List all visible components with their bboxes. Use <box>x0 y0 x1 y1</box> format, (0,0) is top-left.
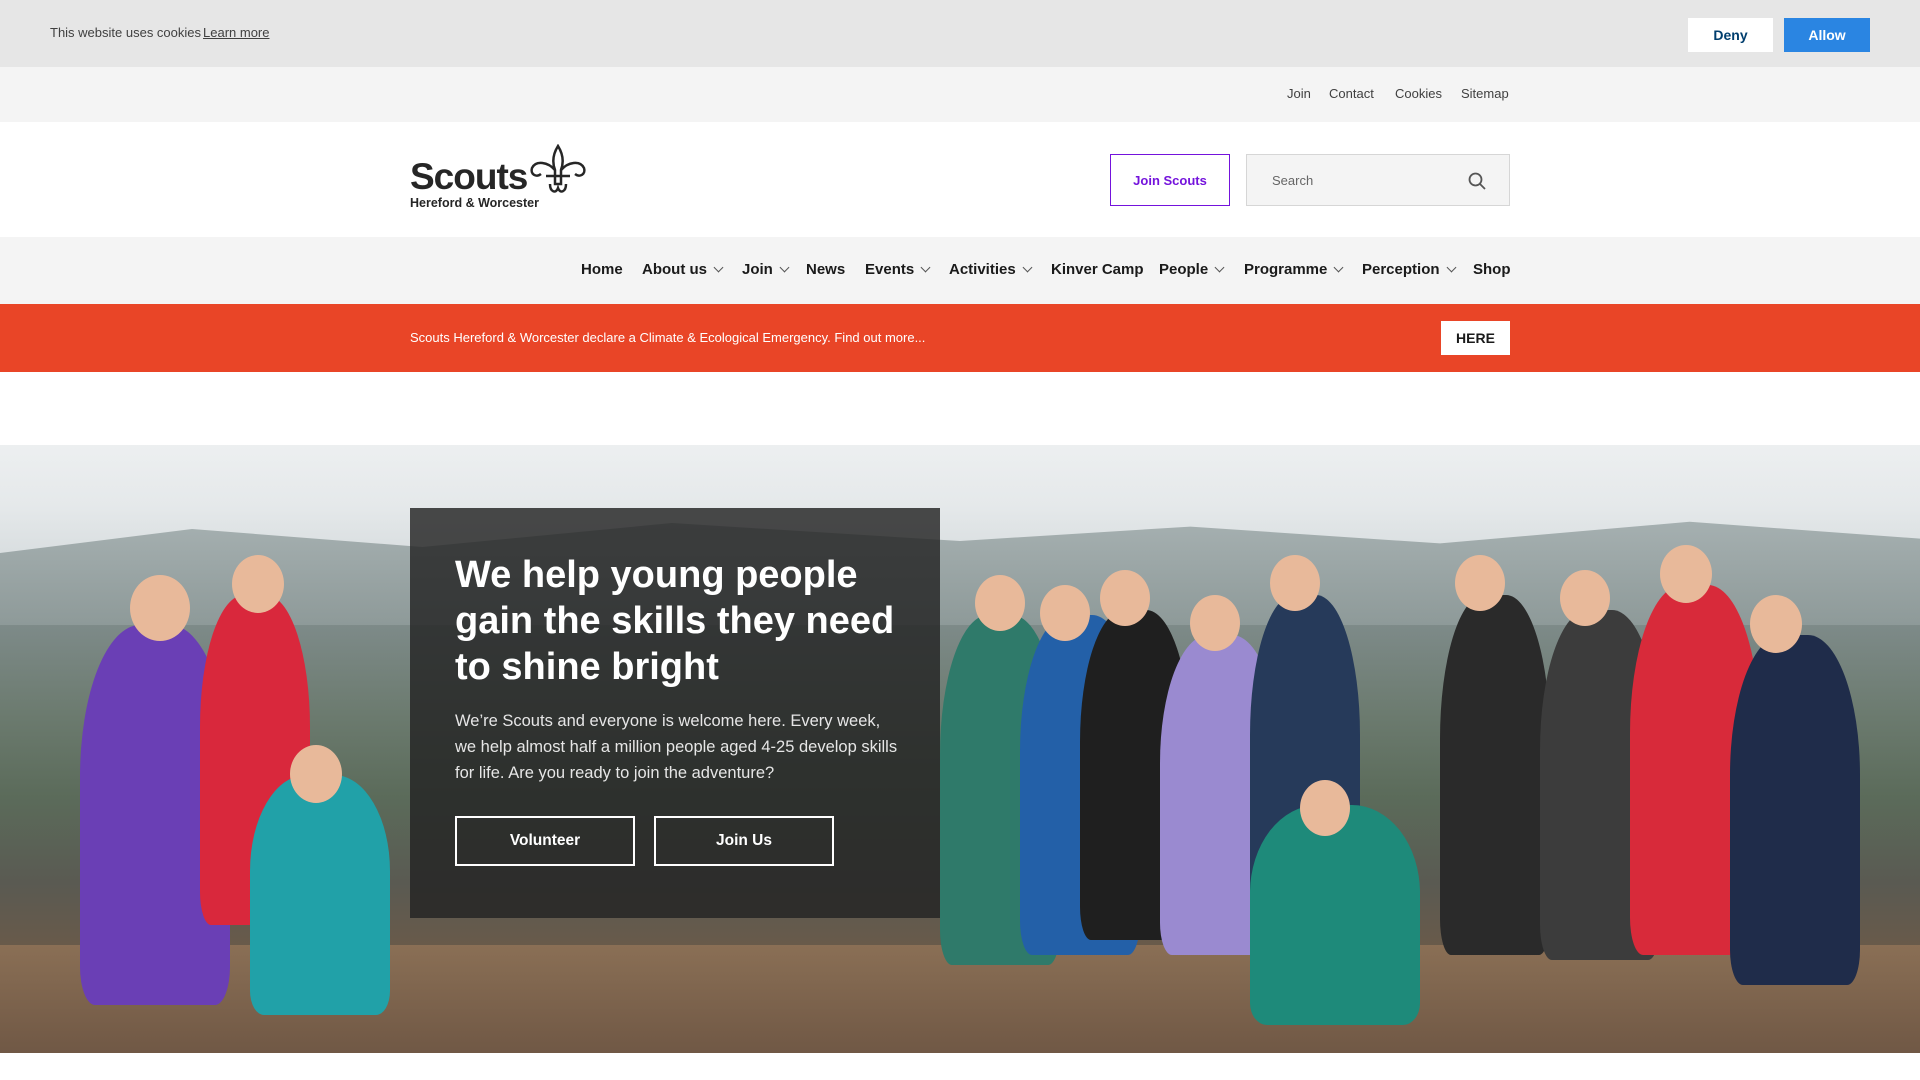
chevron-down-icon <box>779 262 790 273</box>
nav-item-about-us[interactable]: About us <box>642 261 724 278</box>
allow-cookies-button[interactable]: Allow <box>1784 18 1870 52</box>
cookie-message: This website uses cookies <box>50 25 202 40</box>
hero-image <box>0 445 1920 1053</box>
logo-subtitle: Hereford & Worcester <box>410 196 539 210</box>
utility-link-sitemap[interactable]: Sitemap <box>1461 86 1509 101</box>
utility-link-join[interactable]: Join <box>1287 86 1311 101</box>
chevron-down-icon <box>1333 262 1344 273</box>
nav-item-shop[interactable]: Shop <box>1473 261 1511 278</box>
alert-text: Scouts Hereford & Worcester declare a Cl… <box>410 330 926 345</box>
main-nav: Home About us Join News Events Activitie… <box>0 237 1920 304</box>
utility-nav: Join Contact Cookies Sitemap <box>0 67 1920 122</box>
utility-link-contact[interactable]: Contact <box>1329 86 1374 101</box>
hero-body: We’re Scouts and everyone is welcome her… <box>455 712 898 782</box>
nav-item-news[interactable]: News <box>806 261 845 278</box>
logo-wordmark[interactable]: Scouts <box>410 156 528 198</box>
search-icon[interactable] <box>1467 171 1487 191</box>
site-header: Scouts Hereford & Worcester Join Scouts <box>0 122 1920 237</box>
utility-link-cookies[interactable]: Cookies <box>1395 86 1442 101</box>
join-scouts-button[interactable]: Join Scouts <box>1110 154 1230 206</box>
hero-title: We help young people gain the skills the… <box>455 554 895 688</box>
cookie-learn-more-link[interactable]: Learn more <box>203 25 269 40</box>
hero-card: We help young people gain the skills the… <box>410 508 940 918</box>
chevron-down-icon <box>1446 262 1456 273</box>
alert-here-button[interactable]: HERE <box>1441 321 1510 355</box>
chevron-down-icon <box>1022 262 1033 273</box>
chevron-down-icon <box>920 262 931 273</box>
nav-item-kinver-camp[interactable]: Kinver Camp <box>1051 261 1144 278</box>
search-box <box>1246 154 1510 206</box>
nav-item-people[interactable]: People <box>1159 261 1225 278</box>
volunteer-button[interactable]: Volunteer <box>455 816 635 866</box>
fleur-de-lis-icon[interactable] <box>528 144 588 196</box>
chevron-down-icon <box>713 262 724 273</box>
search-input[interactable] <box>1248 156 1448 204</box>
chevron-down-icon <box>1214 262 1225 273</box>
join-us-button[interactable]: Join Us <box>654 816 834 866</box>
nav-item-home[interactable]: Home <box>581 261 623 278</box>
nav-item-activities[interactable]: Activities <box>949 261 1033 278</box>
deny-cookies-button[interactable]: Deny <box>1688 18 1773 52</box>
nav-item-join[interactable]: Join <box>742 261 790 278</box>
nav-item-perception[interactable]: Perception <box>1362 261 1456 278</box>
nav-item-programme[interactable]: Programme <box>1244 261 1344 278</box>
climate-alert-banner: Scouts Hereford & Worcester declare a Cl… <box>0 304 1920 372</box>
nav-item-events[interactable]: Events <box>865 261 931 278</box>
cookie-banner: This website uses cookies Learn more Den… <box>0 0 1920 67</box>
